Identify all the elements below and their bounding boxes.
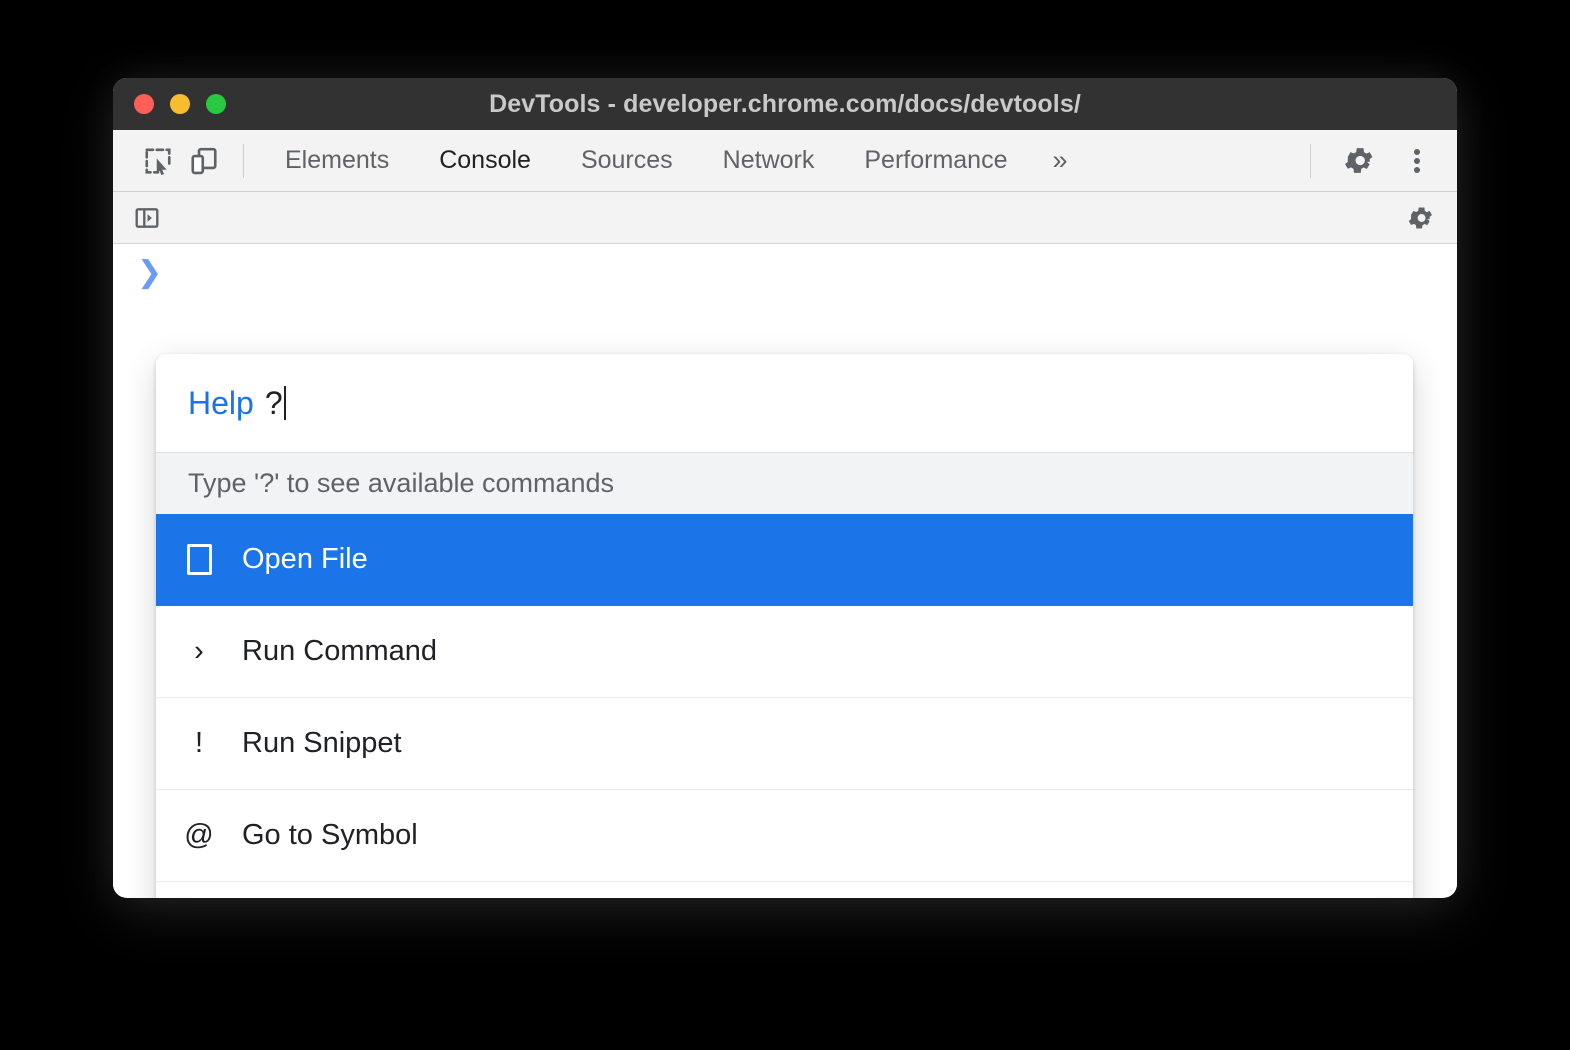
command-item-label: Run Command [242, 635, 437, 668]
window-titlebar: DevTools - developer.chrome.com/docs/dev… [113, 78, 1457, 130]
tab-console[interactable]: Console [414, 142, 556, 179]
maximize-window-button[interactable] [206, 94, 226, 114]
command-menu-input[interactable]: Help ? [156, 354, 1413, 452]
show-console-sidebar-icon[interactable] [127, 199, 167, 237]
tab-performance[interactable]: Performance [839, 142, 1032, 179]
command-menu-hint: Type '?' to see available commands [156, 452, 1413, 514]
kebab-menu-icon[interactable] [1391, 135, 1443, 187]
tab-elements[interactable]: Elements [260, 142, 414, 179]
console-settings-actions [1401, 192, 1441, 243]
kebab-dot [1414, 149, 1420, 155]
window-title: DevTools - developer.chrome.com/docs/dev… [489, 90, 1081, 119]
command-item-label: Run Snippet [242, 727, 402, 760]
tab-network[interactable]: Network [698, 142, 840, 179]
command-menu-prefix-chip: Help [188, 385, 254, 422]
gear-icon[interactable] [1333, 135, 1385, 187]
blank-file-outline [187, 544, 212, 575]
command-item-run-snippet[interactable]: ! Run Snippet [156, 698, 1413, 790]
devtools-tabbar: Elements Console Sources Network Perform… [113, 130, 1457, 192]
console-prompt-row[interactable]: ❯ [113, 244, 1457, 288]
command-item-go-to-line[interactable]: : Go to Line [156, 882, 1413, 898]
toolbar-divider [243, 144, 244, 178]
command-menu-query-text: ? [265, 385, 283, 422]
command-item-open-file[interactable]: Open File [156, 514, 1413, 606]
at-sign-icon: @ [156, 819, 242, 852]
tabbar-actions [1294, 130, 1443, 191]
minimize-window-button[interactable] [170, 94, 190, 114]
panel-tabs: Elements Console Sources Network Perform… [260, 142, 1088, 179]
blank-file-icon [156, 544, 242, 575]
kebab-dot [1414, 167, 1420, 173]
console-body: ❯ Help ? Type '?' to see available comma… [113, 244, 1457, 897]
console-prompt-chevron-icon: ❯ [137, 258, 162, 288]
gear-icon[interactable] [1401, 199, 1441, 237]
chevron-right-icon: › [156, 635, 242, 668]
text-caret [284, 386, 286, 420]
command-item-go-to-symbol[interactable]: @ Go to Symbol [156, 790, 1413, 882]
command-item-label: Go to Symbol [242, 819, 418, 852]
command-menu-dialog: Help ? Type '?' to see available command… [156, 354, 1413, 898]
screenshot-stage: DevTools - developer.chrome.com/docs/dev… [0, 0, 1570, 1050]
toolbar-divider-right [1310, 144, 1311, 178]
console-toolbar [113, 192, 1457, 244]
exclamation-icon: ! [156, 727, 242, 760]
inspect-element-icon[interactable] [135, 139, 181, 183]
command-item-label: Open File [242, 543, 368, 576]
tab-sources[interactable]: Sources [556, 142, 698, 179]
command-menu-list: Open File › Run Command ! Run Snippet @ … [156, 514, 1413, 898]
devtools-window: DevTools - developer.chrome.com/docs/dev… [113, 78, 1457, 898]
command-item-run-command[interactable]: › Run Command [156, 606, 1413, 698]
close-window-button[interactable] [134, 94, 154, 114]
device-toolbar-icon[interactable] [181, 139, 227, 183]
command-menu-hint-text: Type '?' to see available commands [188, 468, 614, 499]
more-tabs-icon[interactable]: » [1032, 145, 1087, 176]
kebab-dot [1414, 158, 1420, 164]
traffic-light-buttons [134, 94, 226, 114]
